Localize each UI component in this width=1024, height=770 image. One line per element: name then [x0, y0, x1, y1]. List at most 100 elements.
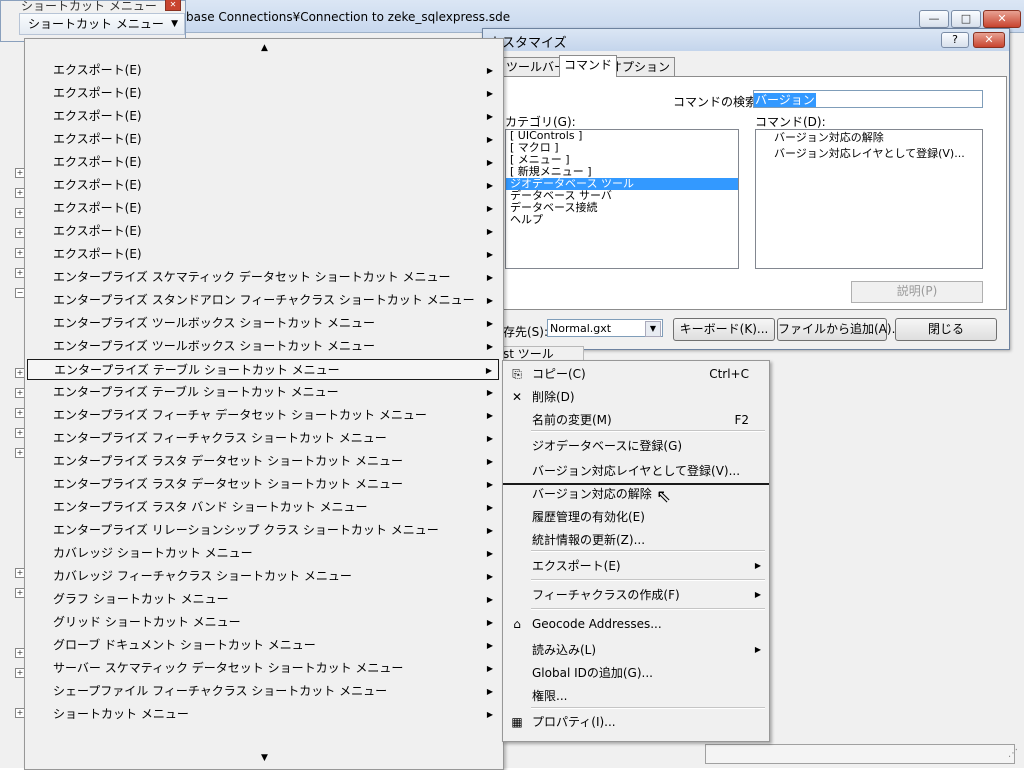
add-from-file-button[interactable]: ファイルから追加(A)...: [777, 318, 903, 341]
context-menu-item[interactable]: バージョン対応の解除: [505, 483, 767, 505]
context-menu-label: 統計情報の更新(Z)...: [532, 533, 646, 547]
menu-separator: [531, 550, 765, 552]
table-context-menu: ⎘ コピー(C) Ctrl+C ✕ 削除(D) 名前の変更(M) F2 ジオデータベースに登録…: [502, 360, 770, 742]
tab-commands[interactable]: コマンド: [559, 55, 618, 77]
menu-item[interactable]: エンタープライズ スタンドアロン フィーチャクラス ショートカット メニュー ▶: [27, 290, 499, 311]
scroll-up-icon[interactable]: ▲: [261, 43, 268, 53]
shortcut-menu-dropdown-button[interactable]: ショートカット メニュー ▼: [19, 13, 185, 35]
menu-item-label: カバレッジ フィーチャクラス ショートカット メニュー: [53, 569, 352, 583]
context-menu-item[interactable]: 名前の変更(M) F2: [505, 409, 767, 431]
submenu-arrow-icon: ▶: [486, 204, 493, 213]
submenu-arrow-icon: ▶: [486, 618, 493, 627]
menu-item-label: サーバー スケマティック データセット ショートカット メニュー: [53, 661, 404, 675]
menu-item[interactable]: グローブ ドキュメント ショートカット メニュー ▶: [27, 635, 499, 656]
close-dialog-button[interactable]: 閉じる: [895, 318, 997, 341]
chevron-down-icon[interactable]: ▼: [645, 321, 661, 337]
menu-item[interactable]: エンタープライズ ラスタ バンド ショートカット メニュー ▶: [27, 497, 499, 518]
dialog-close-button[interactable]: ✕: [973, 32, 1005, 48]
menu-item[interactable]: エンタープライズ フィーチャ データセット ショートカット メニュー ▶: [27, 405, 499, 426]
submenu-arrow-icon: ▶: [486, 319, 493, 328]
categories-listbox[interactable]: [ UIControls ] [ マクロ ] [ メニュー ] [ 新規メニュー…: [505, 129, 739, 269]
context-menu-label: 読み込み(L): [532, 643, 597, 657]
menu-item[interactable]: グラフ ショートカット メニュー ▶: [27, 589, 499, 610]
categories-label: カテゴリ(G):: [505, 115, 576, 129]
geocode-icon: ⌂: [513, 617, 521, 631]
save-in-value: Normal.gxt: [550, 322, 612, 335]
menu-item[interactable]: エクスポート(E) ▶: [27, 152, 499, 173]
menu-item[interactable]: エクスポート(E) ▶: [27, 198, 499, 219]
submenu-arrow-icon: ▶: [486, 687, 493, 696]
menu-item[interactable]: エクスポート(E) ▶: [27, 175, 499, 196]
menu-item-label: グリッド ショートカット メニュー: [53, 615, 241, 629]
command-item[interactable]: バージョン対応レイヤとして登録(V)...: [756, 146, 982, 162]
context-menu-item[interactable]: 権限...: [505, 685, 767, 707]
menu-item[interactable]: シェープファイル フィーチャクラス ショートカット メニュー ▶: [27, 681, 499, 702]
submenu-arrow-icon: ▶: [486, 572, 493, 581]
submenu-arrow-icon: ▶: [485, 366, 492, 375]
menu-item[interactable]: エクスポート(E) ▶: [27, 129, 499, 150]
help-button[interactable]: ?: [941, 32, 969, 48]
menu-item[interactable]: エンタープライズ テーブル ショートカット メニュー ▶: [27, 382, 499, 403]
menu-item[interactable]: エンタープライズ ツールボックス ショートカット メニュー ▶: [27, 336, 499, 357]
menu-separator: [531, 579, 765, 581]
maximize-button[interactable]: □: [951, 10, 981, 28]
context-menu-item[interactable]: バージョン対応レイヤとして登録(V)...: [505, 460, 767, 482]
submenu-arrow-icon: ▶: [486, 434, 493, 443]
menu-item[interactable]: エクスポート(E) ▶: [27, 60, 499, 81]
shortcut-key: Ctrl+C: [709, 367, 749, 381]
hover-indicator: [503, 483, 769, 485]
category-item[interactable]: ヘルプ: [506, 214, 738, 226]
commands-listbox[interactable]: バージョン対応の解除 バージョン対応レイヤとして登録(V)...: [755, 129, 983, 269]
menu-item[interactable]: エクスポート(E) ▶: [27, 221, 499, 242]
command-item[interactable]: バージョン対応の解除: [756, 130, 982, 146]
menu-item-label: エンタープライズ ラスタ データセット ショートカット メニュー: [53, 454, 403, 468]
shortcut-window-close-button[interactable]: ✕: [165, 0, 181, 11]
menu-item[interactable]: エンタープライズ スケマティック データセット ショートカット メニュー ▶: [27, 267, 499, 288]
menu-item[interactable]: エクスポート(E) ▶: [27, 244, 499, 265]
context-menu-item[interactable]: ✕ 削除(D): [505, 386, 767, 408]
properties-icon: ▦: [511, 715, 523, 729]
context-menu-item[interactable]: ▦ プロパティ(I)...: [505, 711, 767, 733]
context-menu-item[interactable]: 履歴管理の有効化(E): [505, 506, 767, 528]
shortcut-menu-window: ショートカット メニュー ✕ ショートカット メニュー ▼: [0, 0, 186, 42]
menu-item[interactable]: カバレッジ ショートカット メニュー ▶: [27, 543, 499, 564]
menu-item[interactable]: カバレッジ フィーチャクラス ショートカット メニュー ▶: [27, 566, 499, 587]
context-menu-item[interactable]: 読み込み(L) ▶: [505, 639, 767, 661]
context-menu-item[interactable]: ⎘ コピー(C) Ctrl+C: [505, 363, 767, 385]
scroll-down-icon[interactable]: ▼: [261, 753, 268, 763]
menu-item-label: グラフ ショートカット メニュー: [53, 592, 229, 606]
menu-item[interactable]: ショートカット メニュー ▶: [27, 704, 499, 725]
menu-item-label: エクスポート(E): [53, 224, 142, 238]
menu-item[interactable]: エクスポート(E) ▶: [27, 106, 499, 127]
save-in-select[interactable]: Normal.gxt ▼: [547, 319, 663, 337]
context-menu-item[interactable]: エクスポート(E) ▶: [505, 555, 767, 577]
context-menu-item[interactable]: ⌂ Geocode Addresses...: [505, 613, 767, 635]
close-button[interactable]: ✕: [983, 10, 1021, 28]
context-menu-item[interactable]: 統計情報の更新(Z)...: [505, 529, 767, 551]
shortcut-key: F2: [734, 413, 749, 427]
menu-item[interactable]: サーバー スケマティック データセット ショートカット メニュー ▶: [27, 658, 499, 679]
submenu-arrow-icon: ▶: [486, 342, 493, 351]
menu-item[interactable]: エンタープライズ ラスタ データセット ショートカット メニュー ▶: [27, 474, 499, 495]
minimize-button[interactable]: —: [919, 10, 949, 28]
description-button[interactable]: 説明(P): [851, 281, 983, 303]
context-menu-item[interactable]: フィーチャクラスの作成(F) ▶: [505, 584, 767, 606]
context-menu-item[interactable]: ジオデータベースに登録(G): [505, 435, 767, 457]
menu-item[interactable]: エンタープライズ リレーションシップ クラス ショートカット メニュー ▶: [27, 520, 499, 541]
command-search-input[interactable]: バージョン: [753, 90, 983, 108]
status-bar-field: [705, 744, 1015, 764]
menu-item[interactable]: エンタープライズ ツールボックス ショートカット メニュー ▶: [27, 313, 499, 334]
menu-item[interactable]: エンタープライズ フィーチャクラス ショートカット メニュー ▶: [27, 428, 499, 449]
context-menu-label: プロパティ(I)...: [532, 715, 616, 729]
submenu-arrow-icon: ▶: [486, 549, 493, 558]
resize-grip-icon[interactable]: ⋰: [1008, 748, 1020, 762]
keyboard-button[interactable]: キーボード(K)...: [673, 318, 775, 341]
customize-title-bar[interactable]: カスタマイズ ? ✕: [483, 29, 1009, 51]
menu-item[interactable]: エンタープライズ ラスタ データセット ショートカット メニュー ▶: [27, 451, 499, 472]
menu-item[interactable]: エクスポート(E) ▶: [27, 83, 499, 104]
context-menu-item[interactable]: Global IDの追加(G)...: [505, 662, 767, 684]
menu-item-highlighted[interactable]: エンタープライズ テーブル ショートカット メニュー ▶: [27, 359, 499, 380]
main-window-title: base Connections¥Connection to zeke_sqle…: [186, 10, 511, 24]
menu-item[interactable]: グリッド ショートカット メニュー ▶: [27, 612, 499, 633]
context-menu-label: フィーチャクラスの作成(F): [532, 588, 680, 602]
